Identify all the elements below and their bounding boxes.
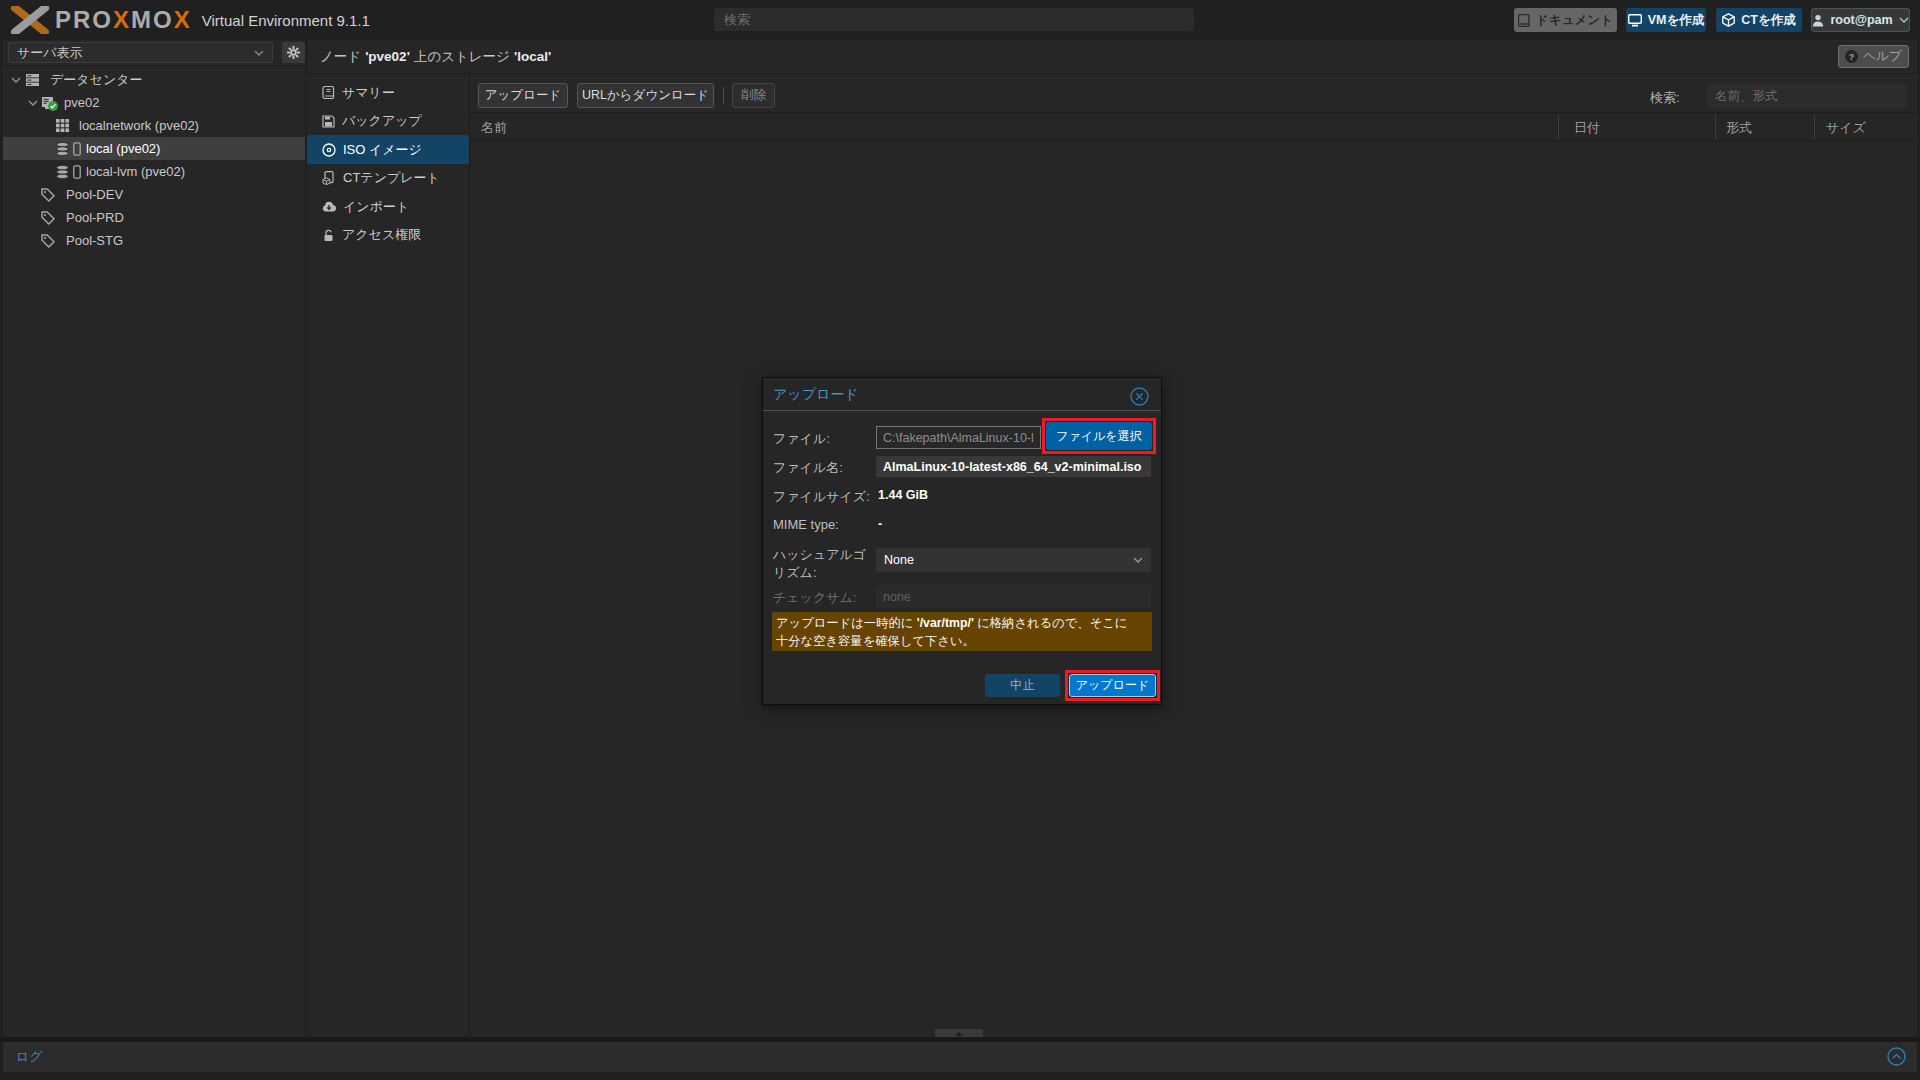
tree-item-local[interactable]: local (pve02) bbox=[3, 137, 305, 160]
svg-text:?: ? bbox=[1849, 52, 1855, 62]
file-cube-icon bbox=[322, 171, 336, 185]
create-vm-button[interactable]: VMを作成 bbox=[1626, 8, 1706, 32]
upload-warning: アップロードは一時的に '/var/tmp/' に格納されるので、そこに十分な空… bbox=[772, 612, 1152, 651]
chevron-down-icon bbox=[1899, 17, 1909, 23]
splitter-arrow-icon bbox=[955, 1032, 963, 1036]
search-label: 検索: bbox=[1650, 89, 1680, 107]
column-header-date[interactable]: 日付 bbox=[1574, 113, 1600, 142]
cd-icon bbox=[322, 143, 336, 157]
hash-label: ハッシュアルゴリズム: bbox=[773, 546, 866, 582]
menu-item-ct-templates[interactable]: CTテンプレート bbox=[307, 164, 469, 193]
column-header-name[interactable]: 名前 bbox=[481, 113, 507, 142]
checksum-input[interactable] bbox=[876, 585, 1151, 608]
file-input[interactable] bbox=[876, 426, 1041, 449]
help-button[interactable]: ? ヘルプ bbox=[1838, 45, 1909, 68]
chevron-down-icon bbox=[254, 50, 264, 56]
storage-bracket-icon bbox=[73, 165, 81, 179]
column-header-size[interactable]: サイズ bbox=[1826, 113, 1866, 142]
content-header-bar: ノード 'pve02' 上のストレージ 'local' ? ヘルプ bbox=[307, 40, 1917, 73]
upload-button[interactable]: アップロード bbox=[478, 83, 568, 108]
storage-disks-icon bbox=[56, 142, 70, 156]
menu-item-backup[interactable]: バックアップ bbox=[307, 107, 469, 136]
mime-label: MIME type: bbox=[773, 517, 839, 532]
tree-item-pool-dev[interactable]: Pool-DEV bbox=[3, 183, 305, 206]
column-separator bbox=[1814, 114, 1815, 140]
floppy-icon bbox=[322, 115, 335, 128]
filter-search-input[interactable] bbox=[1707, 84, 1907, 108]
resource-tree-panel: サーバ表示 データセンター bbox=[3, 40, 305, 1037]
menu-item-iso-images[interactable]: ISO イメージ bbox=[307, 135, 469, 164]
column-separator bbox=[1715, 114, 1716, 140]
column-header-format[interactable]: 形式 bbox=[1726, 113, 1752, 142]
tree-item-local-lvm[interactable]: local-lvm (pve02) bbox=[3, 160, 305, 183]
book-icon bbox=[1518, 14, 1530, 27]
file-label: ファイル: bbox=[773, 430, 830, 448]
book-icon bbox=[322, 86, 335, 99]
expander-icon bbox=[11, 77, 21, 83]
log-panel-title: ログ bbox=[16, 1042, 43, 1072]
filename-label: ファイル名: bbox=[773, 459, 843, 477]
tree-item-localnetwork[interactable]: localnetwork (pve02) bbox=[3, 114, 305, 137]
app-header: PROXMOX Virtual Environment 9.1.1 ドキュメント… bbox=[0, 0, 1920, 40]
log-panel: ログ bbox=[3, 1042, 1917, 1072]
global-search-input[interactable] bbox=[714, 8, 1194, 31]
tree-item-pool-prd[interactable]: Pool-PRD bbox=[3, 206, 305, 229]
storage-disks-icon bbox=[56, 165, 70, 179]
dialog-title: アップロード bbox=[773, 386, 859, 404]
brand-text: PROXMOX bbox=[55, 6, 192, 34]
datacenter-icon bbox=[25, 73, 40, 87]
status-ok-icon bbox=[48, 101, 58, 111]
menu-item-import[interactable]: インポート bbox=[307, 192, 469, 221]
proxmox-x-icon bbox=[10, 6, 50, 34]
upload-dialog: アップロード ファイル: ファイルを選択 ファイル名: AlmaLinux-10… bbox=[762, 377, 1162, 705]
breadcrumb: ノード 'pve02' 上のストレージ 'local' bbox=[320, 40, 555, 73]
gear-icon bbox=[287, 46, 300, 59]
cloud-download-icon bbox=[322, 200, 336, 213]
create-ct-button[interactable]: CTを作成 bbox=[1716, 8, 1802, 32]
tag-icon bbox=[41, 188, 55, 202]
table-header: 名前 日付 形式 サイズ bbox=[470, 112, 1918, 141]
menu-item-permissions[interactable]: アクセス権限 bbox=[307, 221, 469, 250]
unlock-icon bbox=[322, 229, 335, 242]
question-icon: ? bbox=[1845, 50, 1858, 63]
dialog-upload-button[interactable]: アップロード bbox=[1069, 674, 1156, 697]
checksum-label: チェックサム: bbox=[773, 589, 856, 607]
abort-button[interactable]: 中止 bbox=[985, 674, 1060, 697]
expander-icon bbox=[28, 100, 38, 106]
app-title: Virtual Environment 9.1.1 bbox=[202, 12, 370, 29]
filesize-value: 1.44 GiB bbox=[878, 488, 928, 502]
mime-value: - bbox=[878, 517, 882, 531]
collapse-log-icon[interactable] bbox=[1887, 1047, 1906, 1066]
tree-item-pve02[interactable]: pve02 bbox=[3, 91, 305, 114]
menu-item-summary[interactable]: サマリー bbox=[307, 78, 469, 107]
delete-button[interactable]: 削除 bbox=[732, 83, 775, 108]
chevron-down-icon bbox=[1133, 557, 1143, 563]
close-icon[interactable] bbox=[1130, 387, 1149, 406]
tree-settings-button[interactable] bbox=[282, 42, 305, 63]
tree-item-pool-stg[interactable]: Pool-STG bbox=[3, 229, 305, 252]
storage-menu-panel: サマリー バックアップ ISO イメージ CTテンプレート インポート アクセス… bbox=[307, 74, 469, 1037]
filename-field[interactable]: AlmaLinux-10-latest-x86_64_v2-minimal.is… bbox=[876, 456, 1151, 477]
user-icon bbox=[1812, 14, 1824, 27]
filesize-label: ファイルサイズ: bbox=[773, 488, 870, 506]
toolbar-separator bbox=[723, 87, 724, 104]
network-grid-icon bbox=[56, 119, 69, 132]
choose-file-button[interactable]: ファイルを選択 bbox=[1046, 422, 1152, 450]
download-from-url-button[interactable]: URLからダウンロード bbox=[577, 83, 714, 108]
documentation-button[interactable]: ドキュメント bbox=[1514, 8, 1617, 32]
proxmox-logo: PROXMOX Virtual Environment 9.1.1 bbox=[10, 5, 370, 35]
view-mode-select[interactable]: サーバ表示 bbox=[8, 42, 273, 63]
tree-item-datacenter[interactable]: データセンター bbox=[3, 68, 305, 91]
hash-algorithm-select[interactable]: None bbox=[876, 548, 1151, 572]
cube-icon bbox=[1722, 13, 1735, 27]
content-panel: アップロード URLからダウンロード 削除 検索: 名前 日付 形式 サイズ bbox=[469, 74, 1917, 1037]
user-menu-button[interactable]: root@pam bbox=[1811, 8, 1910, 32]
tag-icon bbox=[41, 234, 55, 248]
storage-bracket-icon bbox=[73, 142, 81, 156]
column-separator bbox=[1558, 114, 1559, 140]
monitor-icon bbox=[1628, 14, 1642, 27]
tag-icon bbox=[41, 211, 55, 225]
